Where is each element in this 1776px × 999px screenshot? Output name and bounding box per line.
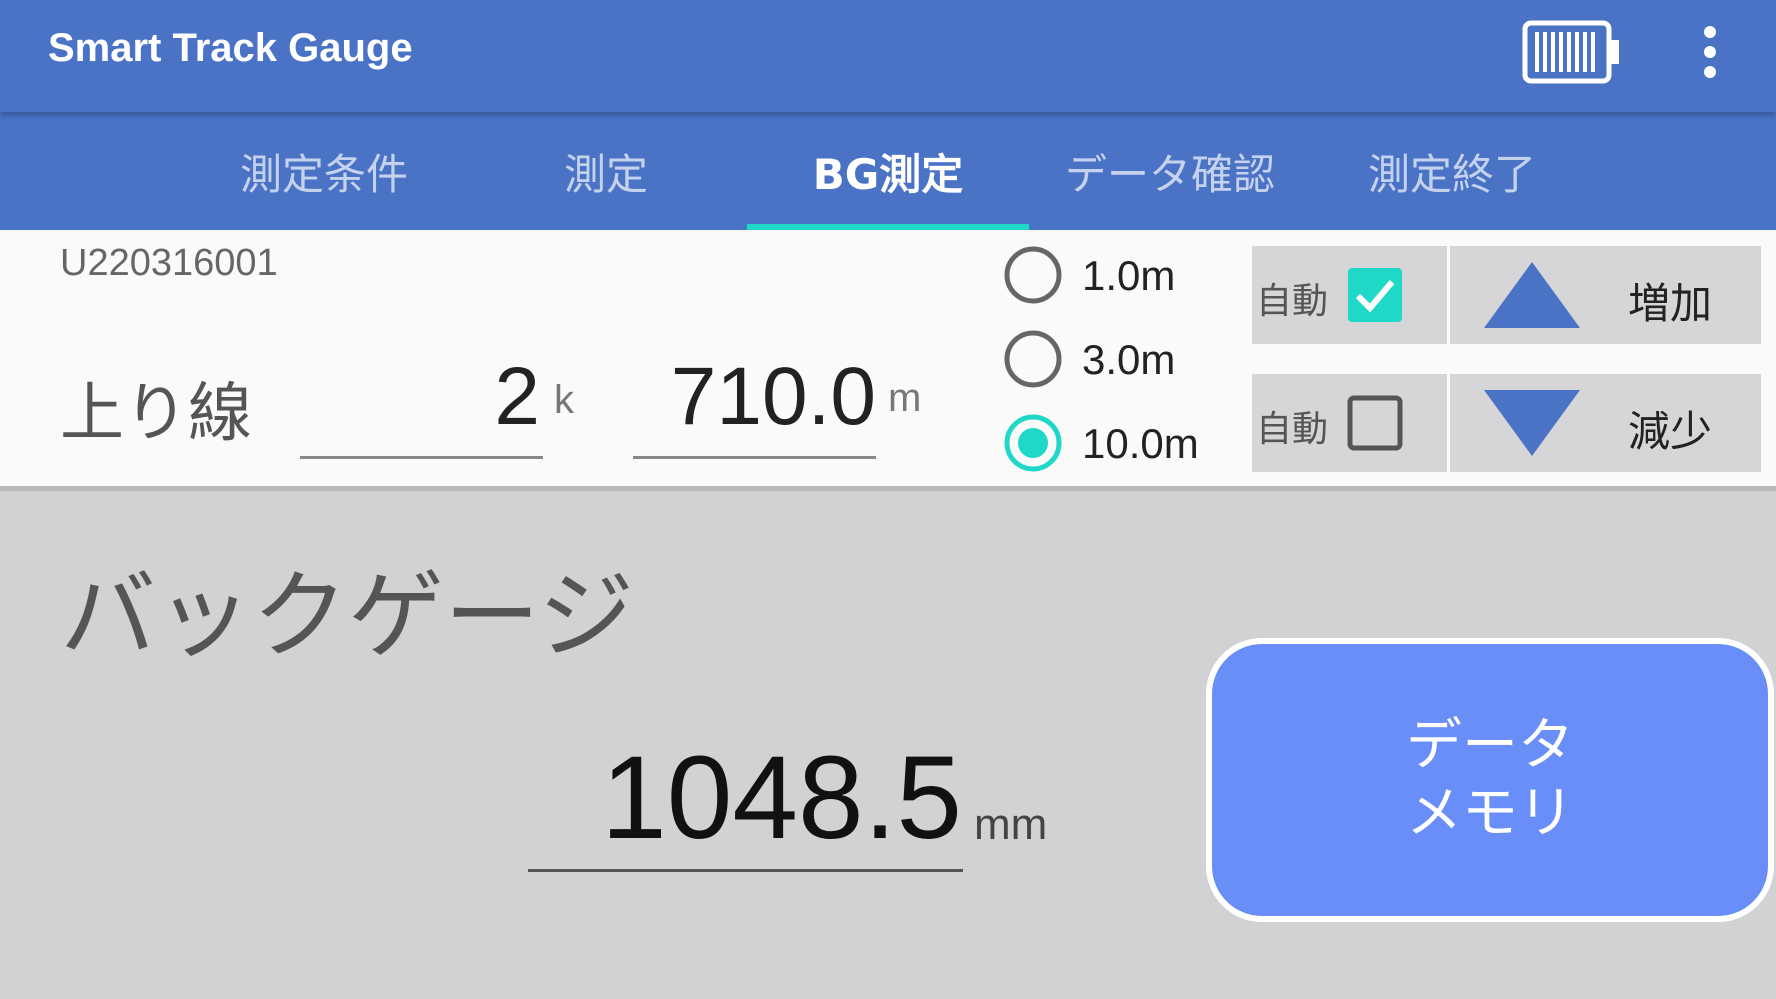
arrow-down-icon bbox=[1484, 390, 1580, 456]
radio-label-10m: 10.0m bbox=[1082, 420, 1199, 467]
auto-increase-label: 自動 bbox=[1256, 281, 1329, 322]
backgauge-underline bbox=[528, 869, 963, 872]
radio-interval-1m[interactable] bbox=[1002, 244, 1064, 306]
data-memory-line1: データ bbox=[1406, 713, 1574, 778]
radio-interval-3m[interactable] bbox=[1002, 328, 1064, 390]
meter-field-underline bbox=[633, 456, 876, 459]
position-panel: U220316001 上り線 2 k 710.0 m 1.0m 3.0m 10.… bbox=[0, 230, 1776, 491]
checkbox-checked-icon[interactable] bbox=[1346, 266, 1404, 324]
app-title: Smart Track Gauge bbox=[48, 26, 413, 70]
tab-measurement-conditions[interactable]: 測定条件 bbox=[183, 112, 465, 230]
increase-label: 増加 bbox=[1628, 279, 1713, 328]
decrease-button[interactable]: 減少 bbox=[1450, 374, 1761, 472]
radio-label-1m: 1.0m bbox=[1082, 252, 1176, 299]
increase-button[interactable]: 増加 bbox=[1450, 246, 1761, 344]
meter-unit: m bbox=[888, 376, 922, 420]
decrease-label: 減少 bbox=[1628, 407, 1713, 456]
data-memory-line2: メモリ bbox=[1406, 781, 1574, 846]
km-value-field[interactable]: 2 bbox=[300, 350, 540, 444]
backgauge-title: バックゲージ bbox=[60, 560, 635, 672]
meter-value-field[interactable]: 710.0 bbox=[633, 350, 876, 444]
tab-bg-measurement[interactable]: BG測定 bbox=[747, 112, 1029, 230]
line-name: 上り線 bbox=[60, 377, 252, 451]
tab-bar: 測定条件 測定 BG測定 データ確認 測定終了 bbox=[0, 112, 1776, 230]
device-id: U220316001 bbox=[60, 242, 278, 284]
backgauge-value: 1048.5 bbox=[601, 732, 962, 864]
data-memory-button[interactable]: データ メモリ bbox=[1206, 638, 1774, 922]
km-unit: k bbox=[554, 378, 574, 422]
km-field-underline bbox=[300, 456, 543, 459]
backgauge-unit: mm bbox=[974, 800, 1048, 849]
app-bar: Smart Track Gauge bbox=[0, 0, 1776, 112]
tab-measurement-end[interactable]: 測定終了 bbox=[1311, 112, 1593, 230]
auto-decrease-toggle[interactable]: 自動 bbox=[1252, 374, 1447, 472]
radio-interval-10m[interactable] bbox=[1002, 412, 1064, 474]
radio-label-3m: 3.0m bbox=[1082, 336, 1176, 383]
checkbox-unchecked-icon[interactable] bbox=[1346, 394, 1404, 452]
battery-full-icon bbox=[1522, 20, 1619, 84]
tab-measurement[interactable]: 測定 bbox=[465, 112, 747, 230]
more-vert-icon[interactable] bbox=[1690, 22, 1730, 82]
auto-increase-toggle[interactable]: 自動 bbox=[1252, 246, 1447, 344]
tab-data-check[interactable]: データ確認 bbox=[1029, 112, 1311, 230]
arrow-up-icon bbox=[1484, 262, 1580, 328]
auto-decrease-label: 自動 bbox=[1256, 409, 1329, 450]
